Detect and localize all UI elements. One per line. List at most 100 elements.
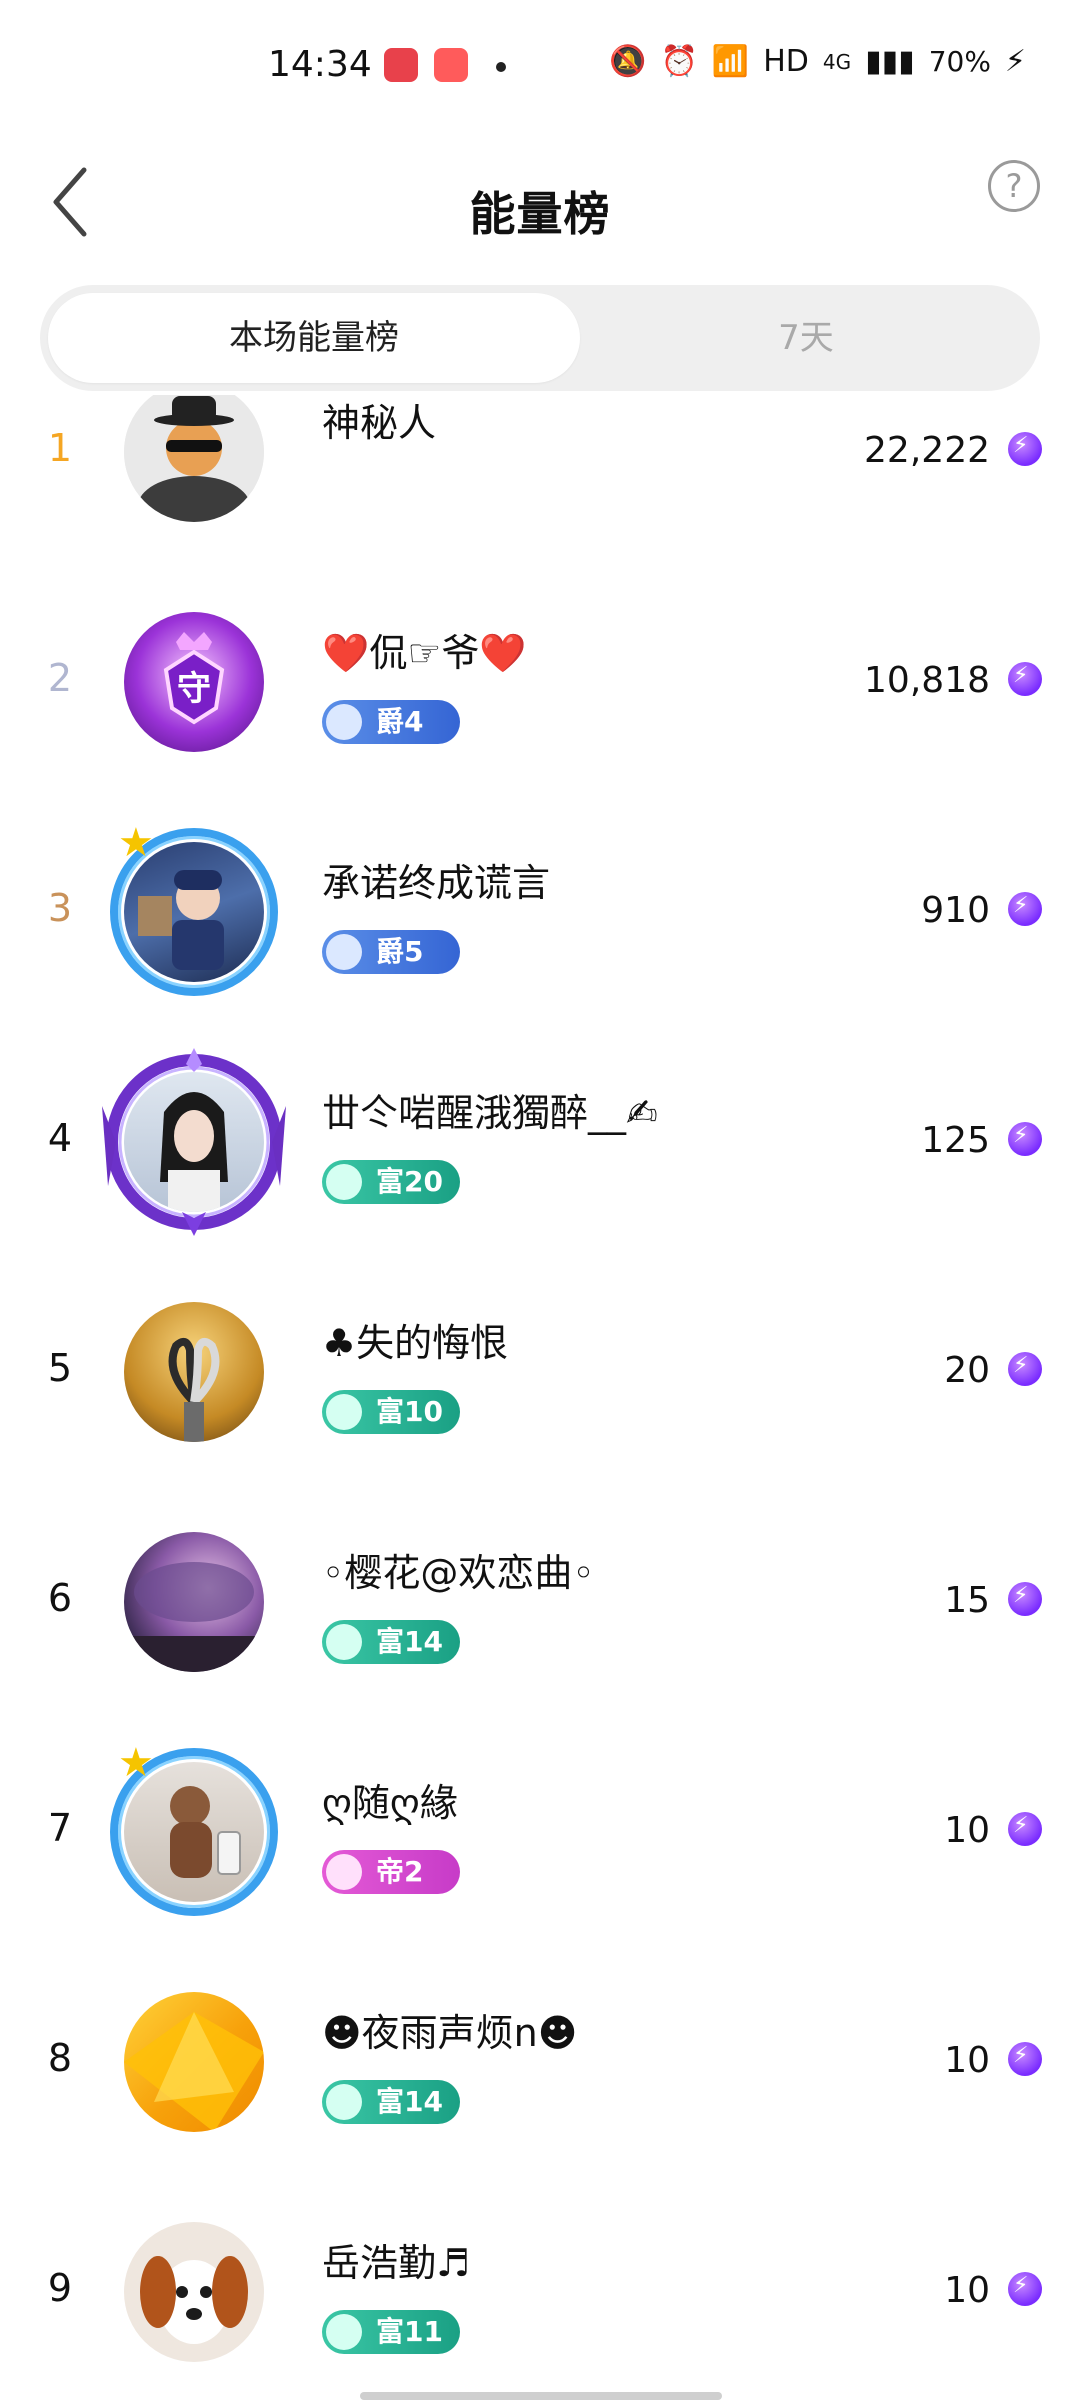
energy-score: 10 xyxy=(944,2270,990,2311)
list-item[interactable]: 4 丗仒啱醒涐獨醉__✍ 富20 125 xyxy=(0,1048,1080,1290)
badge-icon xyxy=(326,704,362,740)
avatar xyxy=(124,1302,264,1442)
avatar xyxy=(124,395,264,522)
energy-icon xyxy=(1008,432,1042,466)
energy-icon xyxy=(1008,1812,1042,1846)
rank-number: 2 xyxy=(47,656,73,700)
avatar-frame xyxy=(102,1048,286,1236)
avatar xyxy=(102,1048,286,1236)
user-name: 承诺终成谎言 xyxy=(322,861,551,905)
app-notification-icon xyxy=(434,48,468,82)
level-badge: 富11 xyxy=(322,2310,460,2354)
cranes-photo-icon xyxy=(168,1337,220,1442)
rank-number: 1 xyxy=(47,426,73,470)
wifi-icon: 📶 xyxy=(711,44,750,79)
list-item[interactable]: 8 ☻夜雨声烦n☻ 富14 10 xyxy=(0,1980,1080,2210)
rank-number: 5 xyxy=(47,1346,73,1390)
guardian-emblem-icon: 守 xyxy=(163,632,225,725)
list-item[interactable]: 1 神秘人 22,222 xyxy=(0,395,1080,600)
avatar xyxy=(124,1992,264,2132)
more-notifications-icon xyxy=(496,62,506,72)
svg-text:守: 守 xyxy=(177,669,211,709)
avatar xyxy=(124,2222,264,2362)
rank-number: 4 xyxy=(47,1116,73,1160)
energy-score: 10 xyxy=(944,2040,990,2081)
energy-icon xyxy=(1008,2042,1042,2076)
avatar: ★ xyxy=(110,1740,278,1916)
user-name: ❤️侃☞爷❤️ xyxy=(322,631,527,675)
energy-icon xyxy=(1008,1582,1042,1616)
badge-icon xyxy=(326,2314,362,2350)
signal-icon: ▮▮▮ xyxy=(865,44,915,79)
energy-icon xyxy=(1008,662,1042,696)
tab-current-session[interactable]: 本场能量榜 xyxy=(48,293,580,383)
level-badge: 富14 xyxy=(322,2080,460,2124)
level-badge: 爵4 xyxy=(322,700,460,744)
energy-score: 15 xyxy=(944,1580,990,1621)
help-icon[interactable]: ? xyxy=(988,160,1040,212)
mystery-person-icon xyxy=(124,395,264,522)
tab-bar: 本场能量榜 7天 xyxy=(40,285,1040,391)
battery-percent: 70% xyxy=(928,45,991,78)
list-item[interactable]: 3 ★ 承诺终成谎言 爵5 910 xyxy=(0,820,1080,1060)
list-item[interactable]: 5 ♣失的悔恨 富10 20 xyxy=(0,1290,1080,1520)
header: 能量榜 ? xyxy=(0,140,1080,270)
rank-number: 6 xyxy=(47,1576,73,1620)
page-title: 能量榜 xyxy=(469,187,611,241)
energy-score: 910 xyxy=(921,890,990,931)
status-time: 14:34 xyxy=(268,44,372,85)
level-badge: 帝2 xyxy=(322,1850,460,1894)
puppy-photo-icon xyxy=(140,2256,248,2344)
list-item[interactable]: 6 ◦樱花@欢恋曲◦ 富14 15 xyxy=(0,1520,1080,1750)
network-label: 4G xyxy=(822,49,852,74)
energy-score: 22,222 xyxy=(864,430,990,471)
stormy-sky-icon xyxy=(124,1562,264,1672)
rank-number: 7 xyxy=(47,1806,73,1850)
user-name: 岳浩勤♬ xyxy=(322,2241,471,2285)
energy-icon xyxy=(1008,1352,1042,1386)
tab-7-days[interactable]: 7天 xyxy=(580,293,1032,383)
leaderboard-list: 1 神秘人 22,222 2 守 xyxy=(0,395,1080,2395)
rank-number: 8 xyxy=(47,2036,73,2080)
user-name: ◦樱花@欢恋曲◦ xyxy=(322,1551,595,1595)
charging-icon: ⚡ xyxy=(1004,44,1026,79)
screen-record-icon xyxy=(384,48,418,82)
list-item[interactable]: 9 岳浩勤♬ 富11 10 xyxy=(0,2210,1080,2395)
yellow-abstract-icon xyxy=(124,2012,264,2132)
hd-label: HD xyxy=(763,44,809,79)
badge-icon xyxy=(326,1854,362,1890)
badge-icon xyxy=(326,1164,362,1200)
status-bar: 14:34 🔕 ⏰ 📶 HD 4G ▮▮▮ 70% ⚡ xyxy=(0,0,1080,140)
avatar xyxy=(124,1532,264,1672)
level-badge: 富20 xyxy=(322,1160,460,1204)
badge-icon xyxy=(326,2084,362,2120)
level-badge: 富14 xyxy=(322,1620,460,1664)
level-badge: 富10 xyxy=(322,1390,460,1434)
list-item[interactable]: 7 ★ ღ随ღ緣 帝2 10 xyxy=(0,1740,1080,1980)
user-name: 丗仒啱醒涐獨醉__✍ xyxy=(322,1091,658,1135)
mute-icon: 🔕 xyxy=(609,44,647,79)
avatar: ★ xyxy=(110,820,278,996)
level-badge: 爵5 xyxy=(322,930,460,974)
rank-number: 9 xyxy=(47,2266,73,2310)
alarm-icon: ⏰ xyxy=(660,44,698,79)
rank-number: 3 xyxy=(47,886,73,930)
badge-icon xyxy=(326,1624,362,1660)
list-item[interactable]: 2 守 ❤️侃☞爷❤️ 爵4 10,818 xyxy=(0,600,1080,830)
badge-icon xyxy=(326,1394,362,1430)
home-indicator[interactable] xyxy=(360,2392,722,2400)
star-icon: ★ xyxy=(118,820,154,866)
energy-icon xyxy=(1008,2272,1042,2306)
user-name: 神秘人 xyxy=(322,401,437,445)
avatar: 守 xyxy=(124,612,264,752)
energy-score: 10,818 xyxy=(864,660,990,701)
energy-score: 125 xyxy=(921,1120,990,1161)
energy-icon xyxy=(1008,892,1042,926)
status-right: 🔕 ⏰ 📶 HD 4G ▮▮▮ 70% ⚡ xyxy=(609,44,1026,79)
user-name: ღ随ღ緣 xyxy=(322,1781,458,1825)
star-icon: ★ xyxy=(118,1740,154,1786)
user-name: ♣失的悔恨 xyxy=(322,1321,509,1365)
energy-icon xyxy=(1008,1122,1042,1156)
badge-icon xyxy=(326,934,362,970)
energy-score: 10 xyxy=(944,1810,990,1851)
